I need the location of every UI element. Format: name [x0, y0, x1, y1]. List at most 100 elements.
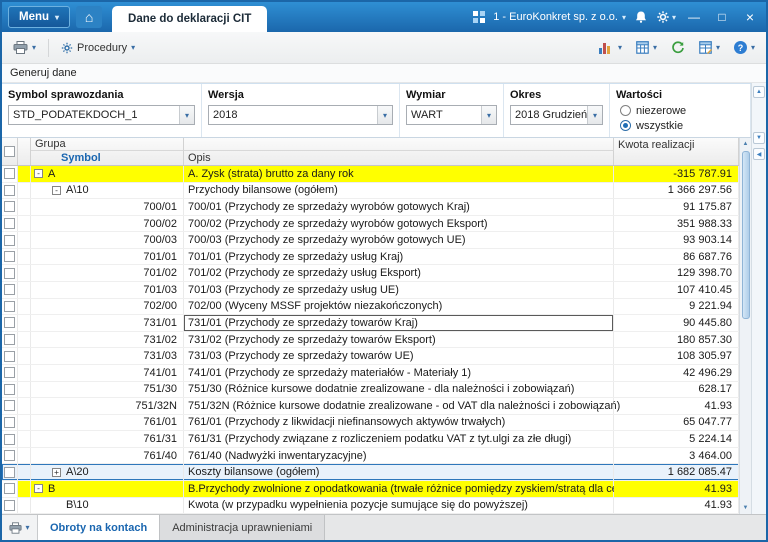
procedury-button[interactable]: Procedury ▾	[56, 39, 140, 57]
row-checkbox[interactable]	[4, 218, 15, 229]
column-header-kwota-realizacji[interactable]: Kwota realizacji	[614, 138, 739, 165]
okres-value: 2018 Grudzień	[511, 106, 587, 124]
table-row[interactable]: 700/03700/03 (Przychody ze sprzedaży wyr…	[2, 232, 739, 249]
row-checkbox[interactable]	[4, 168, 15, 179]
collapse-toggle-icon[interactable]: -	[34, 484, 43, 493]
table-row[interactable]: 761/01761/01 (Przychody z likwidacji nie…	[2, 415, 739, 432]
row-checkbox[interactable]	[4, 500, 15, 511]
symbol-cell: 741/01	[31, 365, 184, 381]
menu-button[interactable]: Menu ▾	[8, 6, 70, 28]
table-row[interactable]: 751/30751/30 (Różnice kursowe dodatnie z…	[2, 382, 739, 399]
column-header-symbol[interactable]: Symbol	[31, 151, 184, 165]
opis-cell: 731/02 (Przychody ze sprzedaży towarów E…	[184, 332, 614, 348]
collapse-up-button[interactable]: ▲	[753, 86, 765, 98]
scroll-up-icon[interactable]: ▲	[743, 139, 749, 149]
collapse-down-button[interactable]: ▼	[753, 132, 765, 144]
print-button[interactable]: ▾	[8, 38, 41, 57]
table-row[interactable]: -AA. Zysk (strata) brutto za dany rok-31…	[2, 166, 739, 183]
column-band-grupa[interactable]: Grupa	[31, 138, 184, 151]
table-row[interactable]: 701/02701/02 (Przychody ze sprzedaży usł…	[2, 265, 739, 282]
table-row[interactable]: +A\20Koszty bilansowe (ogółem)1 682 085.…	[2, 464, 739, 481]
table-row[interactable]: B\10Kwota (w przypadku wypełnienia pozyc…	[2, 498, 739, 515]
wymiar-select[interactable]: WART ▾	[406, 105, 497, 125]
table-row[interactable]: 761/40761/40 (Nadwyżki inwentaryzacyjne)…	[2, 448, 739, 465]
table-row[interactable]: -A\10Przychody bilansowe (ogółem)1 366 2…	[2, 183, 739, 200]
grid-settings-button[interactable]: ▾	[694, 38, 725, 57]
company-selector[interactable]: 1 - EuroKonkret sp. z o.o. ▾	[493, 11, 626, 23]
row-checkbox[interactable]	[4, 400, 15, 411]
radio-niezerowe[interactable]: niezerowe	[616, 103, 744, 118]
dropdown-button[interactable]: ▾	[179, 106, 194, 124]
row-checkbox[interactable]	[4, 334, 15, 345]
row-checkbox[interactable]	[4, 235, 15, 246]
collapse-toggle-icon[interactable]: -	[52, 186, 61, 195]
symbol-cell: -A	[31, 166, 184, 182]
table-row[interactable]: 761/31761/31 (Przychody związane z rozli…	[2, 431, 739, 448]
dropdown-button[interactable]: ▾	[587, 106, 602, 124]
collapse-toggle-icon[interactable]: -	[34, 169, 43, 178]
close-button[interactable]: ×	[740, 7, 760, 27]
row-checkbox[interactable]	[4, 467, 15, 478]
row-checkbox[interactable]	[4, 284, 15, 295]
titlebar: Menu ▾ ⌂ Dane do deklaracji CIT 1 - Euro…	[2, 2, 766, 32]
row-checkbox[interactable]	[4, 417, 15, 428]
home-button[interactable]: ⌂	[76, 6, 102, 28]
row-checkbox[interactable]	[4, 367, 15, 378]
table-view-button[interactable]: ▾	[631, 38, 662, 57]
row-checkbox-cell	[2, 183, 18, 199]
okres-select[interactable]: 2018 Grudzień ▾	[510, 105, 603, 125]
tab-dane-do-deklaracji-cit[interactable]: Dane do deklaracji CIT	[112, 6, 267, 32]
expand-toggle-icon[interactable]: +	[52, 468, 61, 477]
table-row[interactable]: 731/03731/03 (Przychody ze sprzedaży tow…	[2, 348, 739, 365]
select-all-checkbox[interactable]	[4, 146, 15, 157]
wersja-select[interactable]: 2018 ▾	[208, 105, 393, 125]
table-row[interactable]: 731/01731/01 (Przychody ze sprzedaży tow…	[2, 315, 739, 332]
table-row[interactable]: 731/02731/02 (Przychody ze sprzedaży tow…	[2, 332, 739, 349]
bar-chart-icon	[599, 42, 614, 54]
row-checkbox[interactable]	[4, 434, 15, 445]
table-row[interactable]: 702/00702/00 (Wyceny MSSF projektów niez…	[2, 299, 739, 316]
table-row[interactable]: 701/03701/03 (Przychody ze sprzedaży usł…	[2, 282, 739, 299]
help-button[interactable]: ? ▾	[729, 38, 760, 57]
table-icon	[636, 41, 649, 54]
chart-view-button[interactable]: ▾	[594, 39, 627, 57]
row-checkbox[interactable]	[4, 251, 15, 262]
generuj-dane-button[interactable]: Generuj dane	[10, 67, 77, 79]
table-row[interactable]: 700/01700/01 (Przychody ze sprzedaży wyr…	[2, 199, 739, 216]
table-row[interactable]: -BB.Przychody zwolnione z opodatkowania …	[2, 481, 739, 498]
radio-wszystkie[interactable]: wszystkie	[616, 118, 744, 133]
row-checkbox[interactable]	[4, 450, 15, 461]
tab-obroty-na-kontach[interactable]: Obroty na kontach	[38, 515, 160, 540]
row-checkbox[interactable]	[4, 483, 15, 494]
row-checkbox[interactable]	[4, 351, 15, 362]
table-row[interactable]: 751/32N751/32N (Różnice kursowe dodatnie…	[2, 398, 739, 415]
tab-administracja-uprawnieniami[interactable]: Administracja uprawnieniami	[160, 515, 325, 540]
filter-label-symbol-sprawozdania: Symbol sprawozdania	[8, 87, 195, 103]
symbol-sprawozdania-select[interactable]: STD_PODATEKDOCH_1 ▾	[8, 105, 195, 125]
column-header-opis[interactable]: Opis	[184, 151, 614, 165]
chevron-down-icon: ▾	[487, 111, 491, 120]
row-checkbox[interactable]	[4, 201, 15, 212]
vertical-scrollbar[interactable]: ▲ ▼	[739, 138, 751, 514]
notifications-button[interactable]	[634, 10, 648, 24]
refresh-button[interactable]	[666, 38, 690, 58]
scroll-down-icon[interactable]: ▼	[743, 503, 749, 513]
opis-cell: Kwota (w przypadku wypełnienia pozycje s…	[184, 498, 614, 514]
dropdown-button[interactable]: ▾	[481, 106, 496, 124]
dropdown-button[interactable]: ▾	[377, 106, 392, 124]
row-checkbox[interactable]	[4, 268, 15, 279]
scrollbar-thumb[interactable]	[742, 151, 750, 319]
table-row[interactable]: 701/01701/01 (Przychody ze sprzedaży usł…	[2, 249, 739, 266]
row-checkbox[interactable]	[4, 384, 15, 395]
settings-button[interactable]: ▾	[656, 10, 676, 24]
table-row[interactable]: 700/02700/02 (Przychody ze sprzedaży wyr…	[2, 216, 739, 233]
row-checkbox[interactable]	[4, 301, 15, 312]
minimize-button[interactable]: —	[684, 7, 704, 27]
row-checkbox[interactable]	[4, 317, 15, 328]
collapse-left-button[interactable]: ◀	[753, 148, 765, 160]
apps-grid-icon[interactable]	[473, 11, 485, 23]
maximize-button[interactable]: □	[712, 7, 732, 27]
row-checkbox[interactable]	[4, 185, 15, 196]
table-row[interactable]: 741/01741/01 (Przychody ze sprzedaży mat…	[2, 365, 739, 382]
export-view-button[interactable]: ▾	[2, 515, 38, 540]
